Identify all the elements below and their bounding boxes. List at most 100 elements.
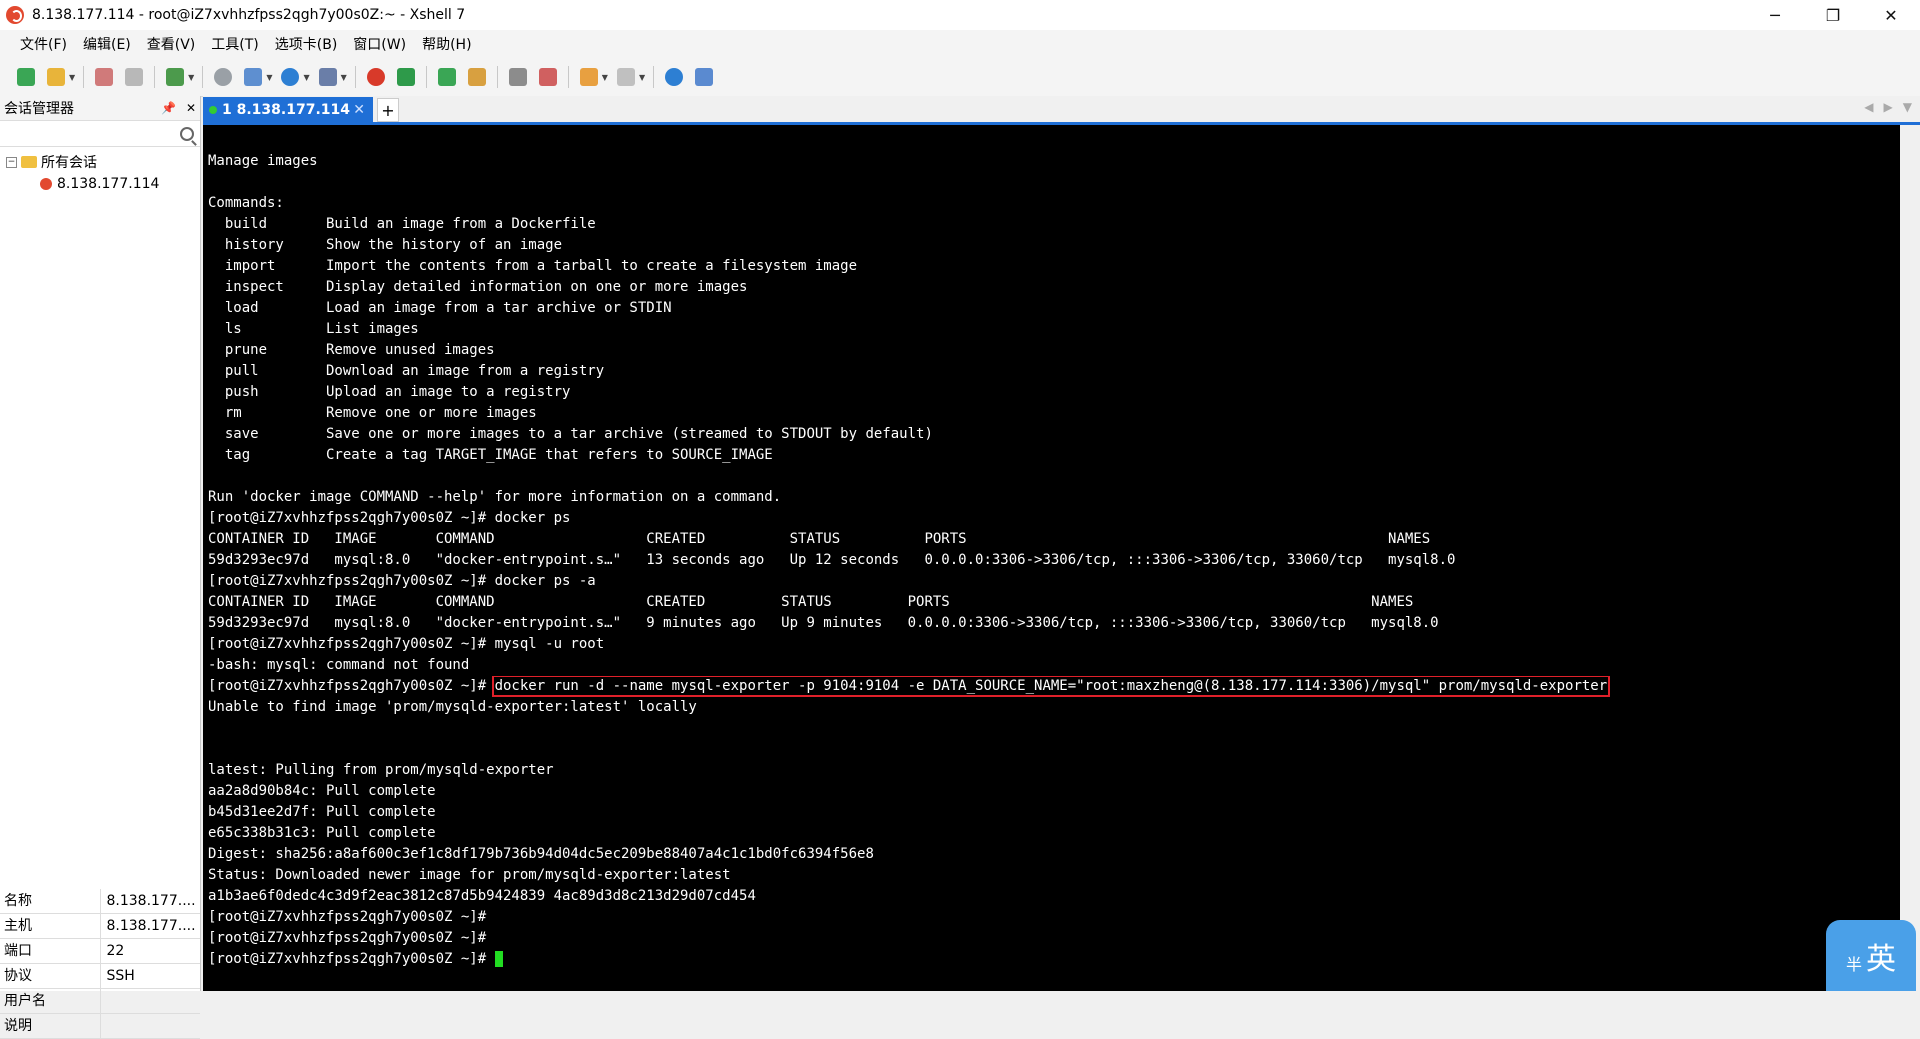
property-key: 协议 [0, 964, 101, 988]
close-window-button[interactable]: ✕ [1862, 0, 1920, 30]
encoding-dropdown-icon[interactable]: ▼ [303, 73, 309, 82]
terminal-line: tag Create a tag TARGET_IMAGE that refer… [208, 447, 773, 463]
search-icon [214, 68, 233, 86]
font-dropdown-icon[interactable]: ▼ [341, 73, 347, 82]
terminal-line: [root@iZ7xvhhzfpss2qgh7y00s0Z ~]# docker… [208, 510, 571, 526]
properties-dropdown-icon[interactable]: ▼ [188, 73, 194, 82]
terminal-line: [root@iZ7xvhhzfpss2qgh7y00s0Z ~]# [208, 930, 487, 946]
folder-icon [47, 68, 65, 86]
connect-button[interactable] [92, 65, 116, 89]
terminal-line: prune Remove unused images [208, 342, 495, 358]
tab-label: 1 8.138.177.114 [222, 101, 350, 118]
prompt-text: [root@iZ7xvhhzfpss2qgh7y00s0Z ~]# [208, 951, 495, 967]
help-button[interactable] [662, 65, 686, 89]
property-value [101, 1014, 201, 1038]
terminal-line: 59d3293ec97d mysql:8.0 "docker-entrypoin… [208, 552, 1456, 568]
tile-icon [616, 68, 635, 86]
connected-status-icon [209, 105, 217, 114]
terminal-line-command: [root@iZ7xvhhzfpss2qgh7y00s0Z ~]# docker… [208, 676, 1900, 697]
ime-indicator[interactable]: 半 英 [1826, 920, 1916, 991]
property-key: 端口 [0, 939, 101, 963]
terminal-lines: Unable to find image 'prom/mysqld-export… [208, 697, 1900, 949]
lock-button[interactable] [465, 65, 489, 89]
terminal-line: Commands: [208, 195, 284, 211]
tile-button[interactable] [614, 65, 638, 89]
new-tab-group-button[interactable] [577, 65, 601, 89]
folder-icon [21, 156, 37, 168]
terminal-line: -bash: mysql: command not found [208, 657, 470, 673]
layout-dropdown-icon[interactable]: ▼ [266, 73, 272, 82]
close-panel-icon[interactable]: ✕ [186, 101, 196, 115]
toolbar-separator [83, 66, 85, 88]
menu-view[interactable]: 查看(V) [139, 34, 204, 54]
unlink-icon [125, 68, 144, 86]
highlight-button[interactable] [536, 65, 560, 89]
terminal-area[interactable]: Manage images Commands: build Build an im… [203, 125, 1900, 991]
open-dropdown-icon[interactable]: ▼ [69, 73, 75, 82]
terminal-line: Digest: sha256:a8af600c3ef1c8df179b736b9… [208, 846, 874, 862]
tree-item-label: 所有会话 [41, 155, 97, 171]
property-value: 8.138.177.... [106, 918, 196, 934]
pin-icon[interactable]: 📌 [161, 101, 176, 115]
tree-item-all-sessions[interactable]: − 所有会话 [0, 151, 200, 173]
tab-scroll-left-icon[interactable]: ◀ [1864, 100, 1873, 114]
keyboard-button[interactable] [506, 65, 530, 89]
terminal-line: save Save one or more images to a tar ar… [208, 426, 933, 442]
toolbar-separator [354, 66, 356, 88]
tile-dropdown-icon[interactable]: ▼ [639, 73, 645, 82]
menu-bar: 文件(F) 编辑(E) 查看(V) 工具(T) 选项卡(B) 窗口(W) 帮助(… [0, 30, 1920, 58]
terminal-line: CONTAINER ID IMAGE COMMAND CREATED STATU… [208, 531, 1431, 547]
toolbar-separator [425, 66, 427, 88]
menu-file[interactable]: 文件(F) [12, 34, 75, 54]
find-button[interactable] [211, 65, 235, 89]
terminal-output: Manage images Commands: build Build an im… [208, 151, 1900, 970]
tab-navigation: ◀ ▶ ▼ [1864, 100, 1912, 114]
tab-bar: 1 8.138.177.114 ✕ + ◀ ▶ ▼ [203, 96, 1920, 125]
search-icon[interactable] [180, 127, 194, 141]
fullscreen-button[interactable] [435, 65, 459, 89]
close-tab-icon[interactable]: ✕ [353, 102, 365, 118]
xagent-button[interactable] [394, 65, 418, 89]
folder-plus-icon [579, 68, 598, 86]
collapse-icon[interactable]: − [6, 156, 17, 168]
maximize-button[interactable]: ❐ [1804, 0, 1862, 30]
font-button[interactable] [316, 65, 340, 89]
terminal-line: load Load an image from a tar archive or… [208, 300, 672, 316]
menu-edit[interactable]: 编辑(E) [75, 34, 139, 54]
session-search-input[interactable] [0, 124, 174, 146]
tab-group-dropdown-icon[interactable]: ▼ [602, 73, 608, 82]
layout-icon [244, 68, 263, 86]
new-session-button[interactable] [14, 65, 38, 89]
open-button[interactable] [44, 65, 68, 89]
properties-button[interactable] [163, 65, 187, 89]
tab-list-menu-icon[interactable]: ▼ [1903, 100, 1912, 114]
tab-session-1[interactable]: 1 8.138.177.114 ✕ [203, 97, 373, 122]
layout-button[interactable] [241, 65, 265, 89]
encoding-button[interactable] [278, 65, 302, 89]
terminal-line: aa2a8d90b84c: Pull complete [208, 783, 436, 799]
add-tab-button[interactable]: + [377, 98, 399, 122]
property-key: 说明 [0, 1014, 101, 1038]
property-key: 用户名 [0, 989, 101, 1013]
property-value: 22 [106, 943, 125, 959]
menu-window[interactable]: 窗口(W) [345, 34, 414, 54]
xftp-button[interactable] [364, 65, 388, 89]
feedback-button[interactable] [692, 65, 716, 89]
menu-tabs[interactable]: 选项卡(B) [267, 34, 346, 54]
terminal-line: 59d3293ec97d mysql:8.0 "docker-entrypoin… [208, 615, 1439, 631]
minimize-button[interactable]: ─ [1746, 0, 1804, 30]
property-value: SSH [106, 968, 135, 984]
gear-icon [166, 68, 185, 86]
tree-item-session[interactable]: 8.138.177.114 [0, 173, 200, 195]
session-tree: − 所有会话 8.138.177.114 [0, 147, 200, 195]
session-manager-header: 会话管理器 📌 ✕ [0, 96, 200, 121]
terminal-scrollbar[interactable] [1900, 125, 1920, 991]
tab-scroll-right-icon[interactable]: ▶ [1884, 100, 1893, 114]
terminal-line: latest: Pulling from prom/mysqld-exporte… [208, 762, 554, 778]
menu-tools[interactable]: 工具(T) [203, 34, 266, 54]
disconnect-button[interactable] [122, 65, 146, 89]
menu-help[interactable]: 帮助(H) [414, 34, 479, 54]
terminal-line: push Upload an image to a registry [208, 384, 571, 400]
property-row: 名称 8.138.177.... [0, 889, 200, 914]
xftp-icon [366, 68, 385, 86]
